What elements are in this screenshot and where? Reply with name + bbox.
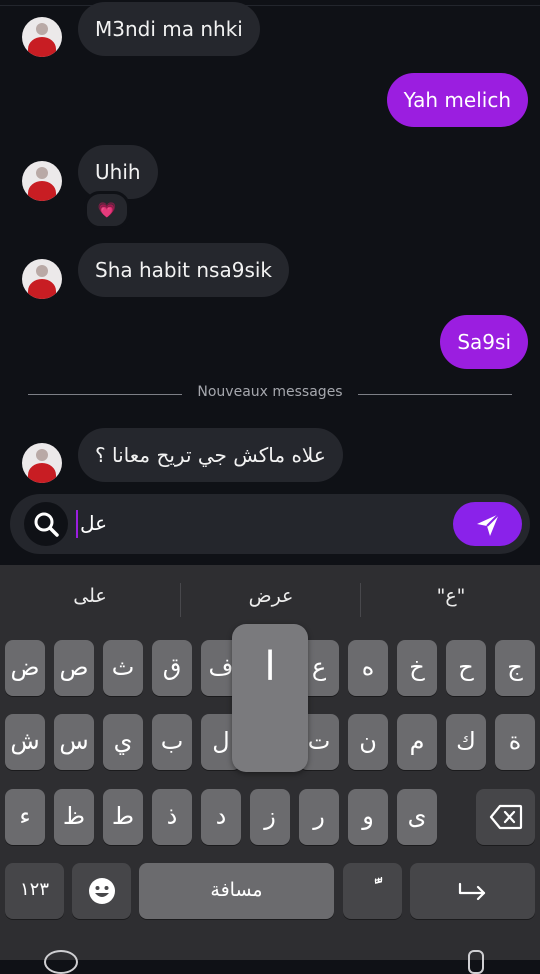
emoji-key[interactable] xyxy=(72,863,131,919)
emoji-icon xyxy=(88,878,115,904)
header-divider xyxy=(0,5,540,6)
delete-key[interactable] xyxy=(476,789,535,845)
key[interactable]: و xyxy=(348,789,388,845)
space-key[interactable]: مسافة xyxy=(139,863,334,919)
key[interactable]: ث xyxy=(103,640,143,696)
key[interactable]: ز xyxy=(250,789,290,845)
avatar[interactable] xyxy=(22,161,62,201)
key[interactable]: ء xyxy=(5,789,45,845)
key[interactable]: خ xyxy=(397,640,437,696)
globe-icon[interactable] xyxy=(44,950,78,974)
return-key[interactable] xyxy=(410,863,535,919)
key[interactable]: س xyxy=(54,714,94,770)
key[interactable]: ي xyxy=(103,714,143,770)
suggestion-item[interactable]: عرض xyxy=(181,585,361,607)
key[interactable]: م xyxy=(397,714,437,770)
key-popup: ا xyxy=(232,624,308,772)
key[interactable]: ى xyxy=(397,789,437,845)
new-messages-label: Nouveaux messages xyxy=(197,384,343,400)
key[interactable]: ك xyxy=(446,714,486,770)
chat-thread: M3ndi ma nhki Yah melich Uhih 💗 Sha habi… xyxy=(0,0,540,565)
return-icon xyxy=(458,882,485,901)
suggestion-item[interactable]: "ع" xyxy=(361,585,540,607)
key[interactable]: ض xyxy=(5,640,45,696)
key[interactable]: ر xyxy=(299,789,339,845)
message-bubble-outgoing[interactable]: Sa9si xyxy=(440,315,528,369)
search-button[interactable] xyxy=(24,502,68,546)
new-messages-divider-line xyxy=(358,394,512,395)
avatar[interactable] xyxy=(22,17,62,57)
key[interactable]: د xyxy=(201,789,241,845)
message-input[interactable]: عل xyxy=(80,508,107,538)
backspace-icon xyxy=(489,804,522,830)
message-bubble-incoming[interactable]: M3ndi ma nhki xyxy=(78,2,260,56)
key[interactable]: ب xyxy=(152,714,192,770)
key[interactable]: ح xyxy=(446,640,486,696)
microphone-icon[interactable] xyxy=(468,950,484,974)
send-button[interactable] xyxy=(453,502,522,546)
message-bubble-incoming[interactable]: علاه ماكش جي تريح معانا ؟ xyxy=(78,428,343,482)
key[interactable]: ق xyxy=(152,640,192,696)
key[interactable]: ة xyxy=(495,714,535,770)
key[interactable]: ذ xyxy=(152,789,192,845)
message-bubble-outgoing[interactable]: Yah melich xyxy=(386,73,528,127)
search-icon xyxy=(34,512,59,537)
heart-reaction-icon[interactable]: 💗 xyxy=(84,191,130,229)
avatar[interactable] xyxy=(22,259,62,299)
key[interactable]: ج xyxy=(495,640,535,696)
suggestion-item[interactable]: على xyxy=(0,585,180,607)
key[interactable]: ن xyxy=(348,714,388,770)
key[interactable]: ش xyxy=(5,714,45,770)
send-icon xyxy=(477,513,500,536)
key[interactable]: ه xyxy=(348,640,388,696)
text-cursor xyxy=(76,510,78,538)
key[interactable]: ط xyxy=(103,789,143,845)
numbers-key[interactable]: ١٢٣ xyxy=(5,863,64,919)
message-composer: عل xyxy=(10,494,530,554)
key[interactable]: ظ xyxy=(54,789,94,845)
key[interactable]: ص xyxy=(54,640,94,696)
message-bubble-incoming[interactable]: Sha habit nsa9sik xyxy=(78,243,290,297)
diacritics-key[interactable]: ًّ xyxy=(343,863,402,919)
avatar[interactable] xyxy=(22,443,62,483)
